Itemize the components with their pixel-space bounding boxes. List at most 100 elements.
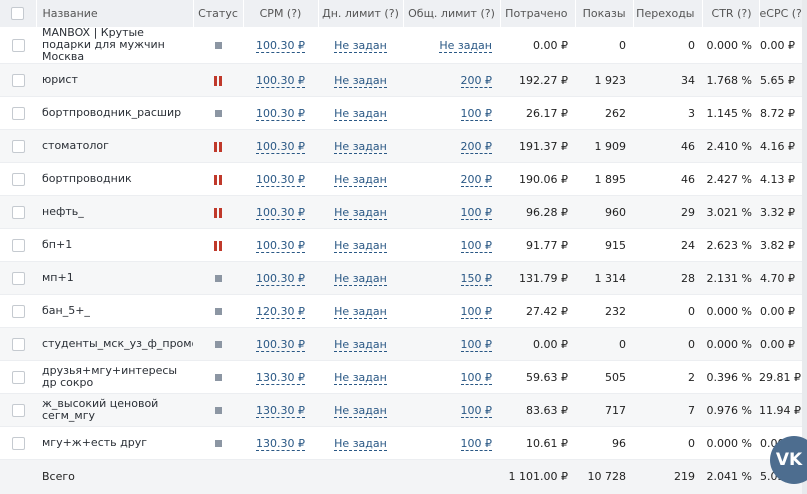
cpm-value[interactable]: 100.30 ₽ — [243, 130, 318, 163]
column-header-ctr[interactable]: CTR (?) — [702, 0, 760, 27]
cpm-value-link[interactable]: 100.30 ₽ — [256, 73, 305, 88]
campaign-name[interactable]: друзья+мгу+интересы др сокро — [36, 361, 193, 394]
cpm-value-link[interactable]: 120.30 ₽ — [256, 304, 305, 319]
select-all-checkbox[interactable] — [0, 0, 37, 27]
status-indicator[interactable] — [193, 130, 243, 163]
column-header-status[interactable]: Статус — [193, 0, 244, 27]
day-limit-value[interactable]: Не задан — [318, 394, 403, 427]
column-header-total-limit[interactable]: Общ. лимит (?) — [403, 0, 501, 27]
total-limit-value[interactable]: 100 ₽ — [403, 295, 500, 328]
row-checkbox[interactable] — [0, 229, 36, 262]
day-limit-value[interactable]: Не задан — [318, 130, 403, 163]
total-limit-value-link[interactable]: 150 ₽ — [460, 271, 492, 286]
status-indicator[interactable] — [193, 163, 243, 196]
day-limit-value[interactable]: Не задан — [318, 229, 403, 262]
cpm-value[interactable]: 100.30 ₽ — [243, 163, 318, 196]
table-row[interactable]: стоматолог 100.30 ₽ Не задан 200 ₽ 191.37 ₽ 1… — [0, 129, 802, 163]
total-limit-value[interactable]: 100 ₽ — [403, 427, 500, 460]
day-limit-value-link[interactable]: Не задан — [334, 38, 387, 53]
cpm-value[interactable]: 100.30 ₽ — [243, 196, 318, 229]
table-row[interactable]: бп+1 100.30 ₽ Не задан 100 ₽ 91.77 ₽ 915 24 2.6… — [0, 229, 802, 262]
total-limit-value[interactable]: 100 ₽ — [403, 328, 500, 361]
cpm-value[interactable]: 130.30 ₽ — [243, 394, 318, 427]
campaign-name[interactable]: бп+1 — [36, 229, 193, 262]
total-limit-value-link[interactable]: 100 ₽ — [460, 403, 492, 418]
table-row[interactable]: друзья+мгу+интересы др сокро 130.30 ₽ Не з… — [0, 361, 802, 394]
status-indicator[interactable] — [193, 262, 243, 295]
status-indicator[interactable] — [193, 97, 243, 130]
cpm-value[interactable]: 130.30 ₽ — [243, 361, 318, 394]
total-limit-value-link[interactable]: 200 ₽ — [460, 172, 492, 187]
status-indicator[interactable] — [193, 427, 243, 460]
day-limit-value[interactable]: Не задан — [318, 328, 403, 361]
day-limit-value-link[interactable]: Не задан — [334, 304, 387, 319]
campaign-name[interactable]: студенты_мск_уз_ф_промо — [36, 328, 193, 361]
cpm-value-link[interactable]: 130.30 ₽ — [256, 436, 305, 451]
cpm-value[interactable]: 100.30 ₽ — [243, 27, 318, 64]
day-limit-value-link[interactable]: Не задан — [334, 205, 387, 220]
row-checkbox[interactable] — [0, 196, 36, 229]
total-limit-value[interactable]: 100 ₽ — [403, 97, 500, 130]
total-limit-value-link[interactable]: 100 ₽ — [460, 205, 492, 220]
total-limit-value[interactable]: 100 ₽ — [403, 361, 500, 394]
campaign-name[interactable]: MANBOX | Крутые подарки для мужчин Москв… — [36, 27, 193, 64]
total-limit-value[interactable]: 150 ₽ — [403, 262, 500, 295]
row-checkbox[interactable] — [0, 97, 36, 130]
total-limit-value-link[interactable]: 100 ₽ — [460, 304, 492, 319]
day-limit-value-link[interactable]: Не задан — [334, 139, 387, 154]
total-limit-value-link[interactable]: 100 ₽ — [460, 370, 492, 385]
day-limit-value[interactable]: Не задан — [318, 196, 403, 229]
day-limit-value-link[interactable]: Не задан — [334, 271, 387, 286]
row-checkbox[interactable] — [0, 27, 36, 64]
row-checkbox[interactable] — [0, 295, 36, 328]
day-limit-value-link[interactable]: Не задан — [334, 106, 387, 121]
day-limit-value[interactable]: Не задан — [318, 262, 403, 295]
total-limit-value[interactable]: 100 ₽ — [403, 394, 500, 427]
total-limit-value[interactable]: 200 ₽ — [403, 64, 500, 97]
total-limit-value[interactable]: 100 ₽ — [403, 196, 500, 229]
vertical-scrollbar[interactable] — [802, 0, 807, 494]
total-limit-value-link[interactable]: 100 ₽ — [460, 436, 492, 451]
table-row[interactable]: юрист 100.30 ₽ Не задан 200 ₽ 192.27 ₽ 1 923 3… — [0, 63, 802, 97]
campaign-name[interactable]: бортпроводник_расшир — [36, 97, 193, 130]
campaign-name[interactable]: стоматолог — [36, 130, 193, 163]
column-header-cpm[interactable]: CPM (?) — [243, 0, 319, 27]
cpm-value[interactable]: 120.30 ₽ — [243, 295, 318, 328]
total-limit-value-link[interactable]: 200 ₽ — [460, 73, 492, 88]
day-limit-value[interactable]: Не задан — [318, 27, 403, 64]
day-limit-value-link[interactable]: Не задан — [334, 337, 387, 352]
day-limit-value[interactable]: Не задан — [318, 97, 403, 130]
cpm-value[interactable]: 100.30 ₽ — [243, 64, 318, 97]
cpm-value-link[interactable]: 100.30 ₽ — [256, 172, 305, 187]
cpm-value-link[interactable]: 100.30 ₽ — [256, 205, 305, 220]
cpm-value[interactable]: 100.30 ₽ — [243, 229, 318, 262]
column-header-name[interactable]: Название — [36, 0, 194, 27]
table-row[interactable]: студенты_мск_уз_ф_промо 100.30 ₽ Не задан 1… — [0, 327, 802, 361]
table-row[interactable]: бан_5+_ 120.30 ₽ Не задан 100 ₽27.42 ₽232 0 0… — [0, 295, 802, 328]
day-limit-value[interactable]: Не задан — [318, 64, 403, 97]
day-limit-value[interactable]: Не задан — [318, 295, 403, 328]
cpm-value[interactable]: 100.30 ₽ — [243, 97, 318, 130]
total-limit-value-link[interactable]: 100 ₽ — [460, 337, 492, 352]
cpm-value[interactable]: 100.30 ₽ — [243, 262, 318, 295]
day-limit-value[interactable]: Не задан — [318, 163, 403, 196]
table-row[interactable]: бортпроводник_расшир 100.30 ₽ Не задан 100 … — [0, 97, 802, 130]
campaign-name[interactable]: бан_5+_ — [36, 295, 193, 328]
campaign-name[interactable]: ж_высокий ценовой сегм_мгу — [36, 394, 193, 427]
row-checkbox[interactable] — [0, 361, 36, 394]
day-limit-value-link[interactable]: Не задан — [334, 238, 387, 253]
total-limit-value-link[interactable]: 100 ₽ — [460, 106, 492, 121]
table-row[interactable]: ж_высокий ценовой сегм_мгу 130.30 ₽ Не зад… — [0, 393, 802, 427]
column-header-day-limit[interactable]: Дн. лимит (?) — [318, 0, 404, 27]
day-limit-value[interactable]: Не задан — [318, 427, 403, 460]
status-indicator[interactable] — [193, 295, 243, 328]
total-limit-value-link[interactable]: 100 ₽ — [460, 238, 492, 253]
campaign-name[interactable]: бортпроводник — [36, 163, 193, 196]
column-header-impressions[interactable]: Показы — [575, 0, 634, 27]
status-indicator[interactable] — [193, 27, 243, 64]
status-indicator[interactable] — [193, 394, 243, 427]
row-checkbox[interactable] — [0, 262, 36, 295]
table-row[interactable]: бортпроводник 100.30 ₽ Не задан 200 ₽ 190.06… — [0, 163, 802, 196]
cpm-value[interactable]: 130.30 ₽ — [243, 427, 318, 460]
campaign-name[interactable]: юрист — [36, 64, 193, 97]
